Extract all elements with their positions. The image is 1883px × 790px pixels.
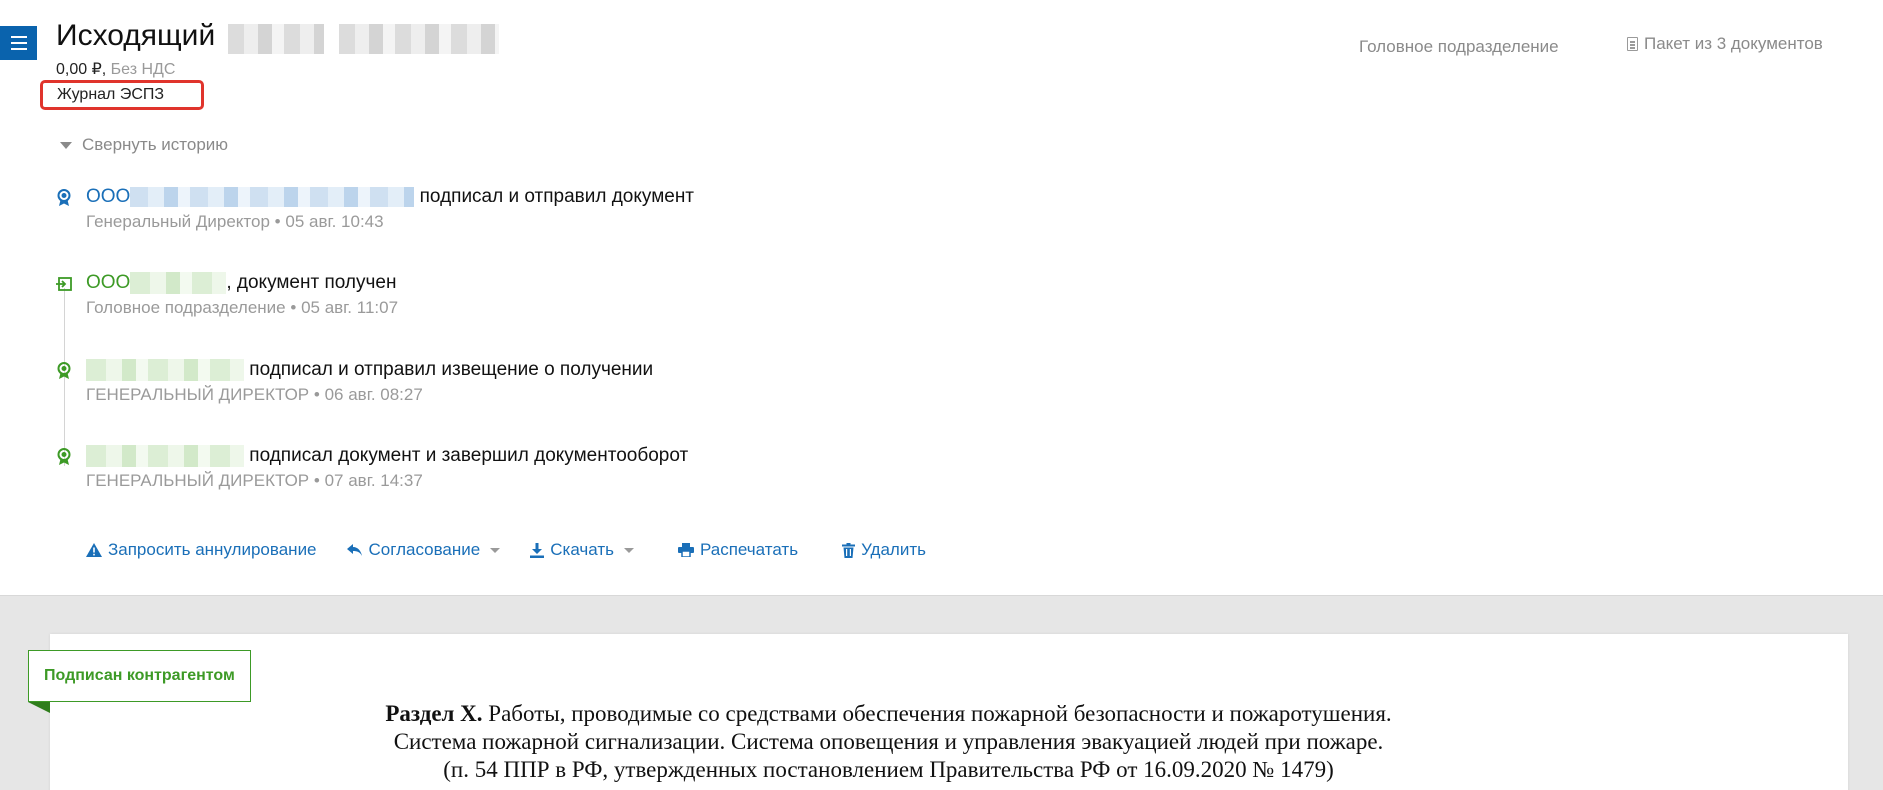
package-link[interactable]: Пакет из 3 документов [1627,34,1823,54]
document-received-icon [56,277,72,291]
document-actions-toolbar: Запросить аннулирование Согласование Ска… [86,540,956,560]
document-line-1: Раздел X. Работы, проводимые со средства… [385,701,1392,726]
signature-seal-icon [57,362,71,379]
event-date: 07 авг. 14:37 [324,471,423,490]
document-icon [1627,37,1638,51]
trash-icon [842,542,856,558]
printer-icon [677,543,694,557]
department-link[interactable]: Головное подразделение [1359,37,1559,57]
event-separator: • [290,298,297,317]
document-line-3: (п. 54 ППР в РФ, утвержденных постановле… [443,757,1334,782]
document-line-2: Система пожарной сигнализации. Система о… [393,729,1384,754]
section-heading: Раздел X. [385,701,483,726]
journal-label[interactable]: Журнал ЭСПЗ [40,80,204,110]
redacted-organization [86,445,244,467]
document-content: Раздел X. Работы, проводимые со средства… [150,700,1627,784]
event-separator: • [274,212,281,231]
event-separator: • [313,471,320,490]
print-button[interactable]: Распечатать [677,540,798,560]
request-cancel-button[interactable]: Запросить аннулирование [86,540,317,560]
document-amount: 0,00 ₽, Без НДС [56,61,176,78]
delete-button[interactable]: Удалить [842,540,926,560]
vat-label: Без НДС [110,61,176,78]
event-action: , документ получен [226,272,397,294]
redacted-title-part [339,24,499,54]
event-role: Генеральный Директор [86,212,270,231]
signature-seal-icon [57,189,71,206]
menu-icon [10,36,27,38]
redacted-organization [86,359,244,381]
redacted-organization [130,186,415,207]
download-dropdown[interactable]: Скачать [530,540,634,560]
download-icon [530,542,545,558]
event-role: ГЕНЕРАЛЬНЫЙ ДИРЕКТОР [86,471,310,490]
event-separator: • [313,385,320,404]
signature-seal-icon [57,448,71,465]
collapse-history-label: Свернуть историю [82,135,229,154]
hamburger-menu-button[interactable] [0,26,37,60]
chevron-down-icon [490,547,501,553]
caret-down-icon [60,141,72,149]
status-badge-ribbon [28,702,50,713]
event-action: подписал и отправил документ [419,186,695,207]
organization-link[interactable]: ООО [86,186,130,207]
collapse-history-toggle[interactable]: Свернуть историю [60,135,228,155]
reply-icon [346,544,362,556]
chevron-down-icon [623,547,634,553]
organization-link[interactable]: ООО [86,272,130,293]
warning-icon [86,543,102,557]
amount-value: 0,00 ₽ [56,61,102,78]
redacted-organization [130,272,227,294]
approval-dropdown[interactable]: Согласование [346,540,501,560]
event-date: 06 авг. 08:27 [324,385,423,404]
package-label: Пакет из 3 документов [1644,34,1823,53]
event-role: Головное подразделение [86,298,286,317]
event-date: 05 авг. 11:07 [301,298,399,317]
event-role: ГЕНЕРАЛЬНЫЙ ДИРЕКТОР [86,385,310,404]
page-title: Исходящий [56,19,216,52]
redacted-title-part [228,24,324,54]
event-action: подписал и отправил извещение о получени… [249,359,654,381]
status-badge: Подписан контрагентом [28,650,251,702]
event-action: подписал документ и завершил документооб… [249,445,689,467]
event-date: 05 авг. 10:43 [285,212,384,231]
